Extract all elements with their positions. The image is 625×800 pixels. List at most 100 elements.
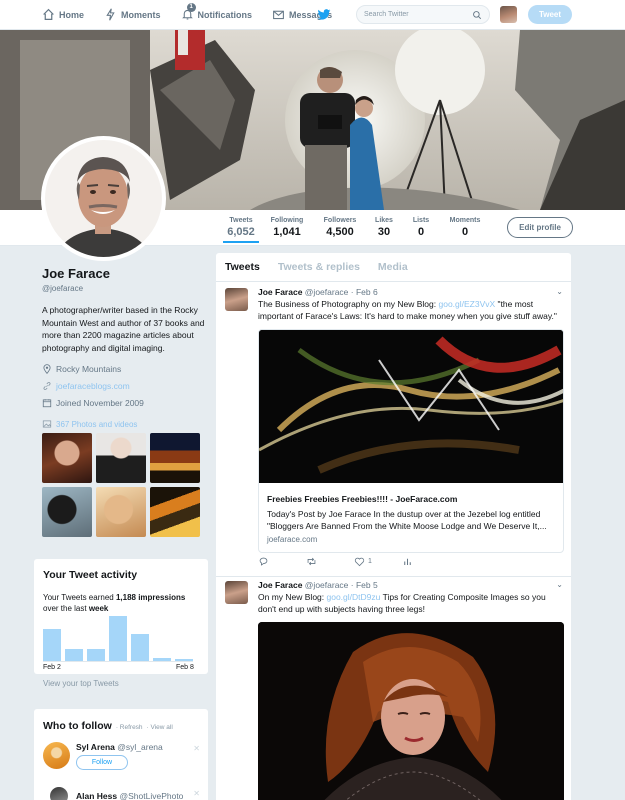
link-card-title[interactable]: Freebies Freebies Freebies!!!! - JoeFara… xyxy=(267,494,555,504)
suggestion-avatar[interactable] xyxy=(43,742,70,769)
retweet-button[interactable] xyxy=(306,556,354,567)
stat-tweets[interactable]: Tweets 6,052 xyxy=(223,217,259,243)
profile-bio: A photographer/writer based in the Rocky… xyxy=(42,305,205,353)
chevron-down-icon[interactable]: ⌄ xyxy=(556,287,563,296)
suggestion-handle: @ShotLivePhoto xyxy=(119,791,184,800)
stat-followers-value: 4,500 xyxy=(326,226,354,238)
dismiss-suggestion-icon[interactable]: ✕ xyxy=(193,789,200,798)
impressions-bar-chart[interactable] xyxy=(43,615,193,662)
tweet-link[interactable]: goo.gl/EZ3VvX xyxy=(438,299,495,309)
profile-joined: Joined November 2009 xyxy=(42,398,207,408)
tweet-text: On my New Blog: goo.gl/DtD9zu Tips for C… xyxy=(258,591,563,615)
media-thumbnail[interactable] xyxy=(96,487,146,537)
nav-home[interactable]: Home xyxy=(42,8,84,21)
analytics-button[interactable] xyxy=(402,556,450,567)
website-link[interactable]: joefaraceblogs.com xyxy=(56,381,130,391)
stat-likes-value: 30 xyxy=(377,226,391,238)
stat-following[interactable]: Following 1,041 xyxy=(269,217,305,238)
suggestion-avatar[interactable] xyxy=(50,787,68,800)
impressions-bar[interactable] xyxy=(65,649,83,661)
suggestion-name[interactable]: Alan Hess xyxy=(76,791,117,800)
chevron-down-icon[interactable]: ⌄ xyxy=(556,580,563,589)
stat-followers-label: Followers xyxy=(323,217,357,224)
avatar-photo xyxy=(45,140,162,257)
impressions-bar[interactable] xyxy=(43,629,61,661)
tweet[interactable]: Joe Farace @joefarace · Feb 5 On my New … xyxy=(216,577,571,800)
stat-likes[interactable]: Likes 30 xyxy=(372,217,396,238)
stat-lists[interactable]: Lists 0 xyxy=(410,217,432,238)
notification-count-badge: 1 xyxy=(186,3,196,12)
tweet-photo[interactable] xyxy=(258,622,564,800)
nav-notifications-label: Notifications xyxy=(197,9,253,20)
impressions-bar[interactable] xyxy=(153,658,171,661)
image-icon xyxy=(42,420,52,428)
who-to-follow-header: Who to follow · Refresh · View all xyxy=(43,720,208,732)
tweet-date[interactable]: · Feb 5 xyxy=(351,580,378,590)
twitter-bird-icon[interactable] xyxy=(317,8,331,22)
follow-button[interactable]: Follow xyxy=(76,755,128,770)
tweet-author-handle[interactable]: @joefarace xyxy=(305,287,349,297)
search-input[interactable]: Search Twitter xyxy=(356,5,490,24)
profile-website[interactable]: joefaraceblogs.com xyxy=(42,381,207,391)
tab-media[interactable]: Media xyxy=(378,261,408,273)
profile-handle[interactable]: @joefarace xyxy=(42,284,207,293)
follow-suggestion: Syl Arena @syl_arena Follow xyxy=(43,742,163,770)
search-placeholder: Search Twitter xyxy=(364,11,409,18)
heart-icon xyxy=(354,557,365,567)
impressions-bar[interactable] xyxy=(131,634,149,661)
tweet-author-name[interactable]: Joe Farace xyxy=(258,580,302,590)
impressions-bar[interactable] xyxy=(87,649,105,661)
nav-moments[interactable]: Moments xyxy=(104,8,161,21)
tweet[interactable]: Joe Farace @joefarace · Feb 6 The Busine… xyxy=(216,282,571,576)
stat-moments-value: 0 xyxy=(461,226,469,238)
link-icon xyxy=(43,382,51,390)
edit-profile-button[interactable]: Edit profile xyxy=(507,217,573,238)
media-thumbnail[interactable] xyxy=(42,487,92,537)
link-card[interactable]: Freebies Freebies Freebies!!!! - JoeFara… xyxy=(258,329,564,553)
suggestion-name-line[interactable]: Syl Arena @syl_arena xyxy=(76,742,163,752)
view-top-tweets-link[interactable]: View your top Tweets xyxy=(43,679,119,688)
media-thumbnail[interactable] xyxy=(42,433,92,483)
tweet-avatar[interactable] xyxy=(225,581,248,604)
tweet-link[interactable]: goo.gl/DtD9zu xyxy=(327,592,381,602)
stat-moments-label: Moments xyxy=(449,217,481,224)
photos-videos-label[interactable]: 367 Photos and videos xyxy=(56,420,137,429)
tab-tweets[interactable]: Tweets xyxy=(225,261,260,273)
media-thumbnail[interactable] xyxy=(150,433,200,483)
search-icon xyxy=(473,10,482,19)
like-button[interactable]: 1 xyxy=(354,556,402,567)
tweet-activity-title: Your Tweet activity xyxy=(43,569,138,581)
account-avatar[interactable] xyxy=(500,6,517,23)
joined-text: Joined November 2009 xyxy=(56,398,144,408)
tweet-avatar[interactable] xyxy=(225,288,248,311)
stat-moments[interactable]: Moments 0 xyxy=(446,217,484,238)
timeline-tabs: Tweets Tweets & replies Media xyxy=(216,253,571,282)
calendar-icon xyxy=(42,399,52,408)
stat-following-value: 1,041 xyxy=(273,226,301,238)
reply-button[interactable] xyxy=(258,556,306,567)
tweet-author-handle[interactable]: @joefarace xyxy=(305,580,349,590)
tweet-photo-image xyxy=(258,622,564,800)
view-all-link[interactable]: · View all xyxy=(147,724,173,731)
tweet-date[interactable]: · Feb 6 xyxy=(351,287,378,297)
profile-avatar[interactable] xyxy=(41,136,166,261)
nav-notifications[interactable]: 1 Notifications xyxy=(181,3,253,21)
stat-likes-label: Likes xyxy=(375,217,393,224)
impressions-bar[interactable] xyxy=(109,616,127,661)
suggestion-name-line[interactable]: Alan Hess @ShotLivePhoto xyxy=(76,791,183,800)
suggestion-name[interactable]: Syl Arena xyxy=(76,742,115,752)
dismiss-suggestion-icon[interactable]: ✕ xyxy=(193,744,200,753)
media-thumbnail[interactable] xyxy=(96,433,146,483)
photos-videos-link[interactable]: 367 Photos and videos xyxy=(42,419,207,429)
compose-tweet-button[interactable]: Tweet xyxy=(528,5,572,24)
refresh-link[interactable]: · Refresh xyxy=(116,724,143,731)
stat-tweets-label: Tweets xyxy=(229,217,253,224)
profile-name[interactable]: Joe Farace xyxy=(42,266,207,281)
reply-icon xyxy=(259,557,268,566)
tweet-content: Joe Farace @joefarace · Feb 5 On my New … xyxy=(258,580,563,615)
media-thumbnail[interactable] xyxy=(150,487,200,537)
stat-followers[interactable]: Followers 4,500 xyxy=(320,217,360,238)
tweet-author-name[interactable]: Joe Farace xyxy=(258,287,302,297)
impressions-bar[interactable] xyxy=(175,659,193,661)
tab-tweets-replies[interactable]: Tweets & replies xyxy=(278,261,360,273)
